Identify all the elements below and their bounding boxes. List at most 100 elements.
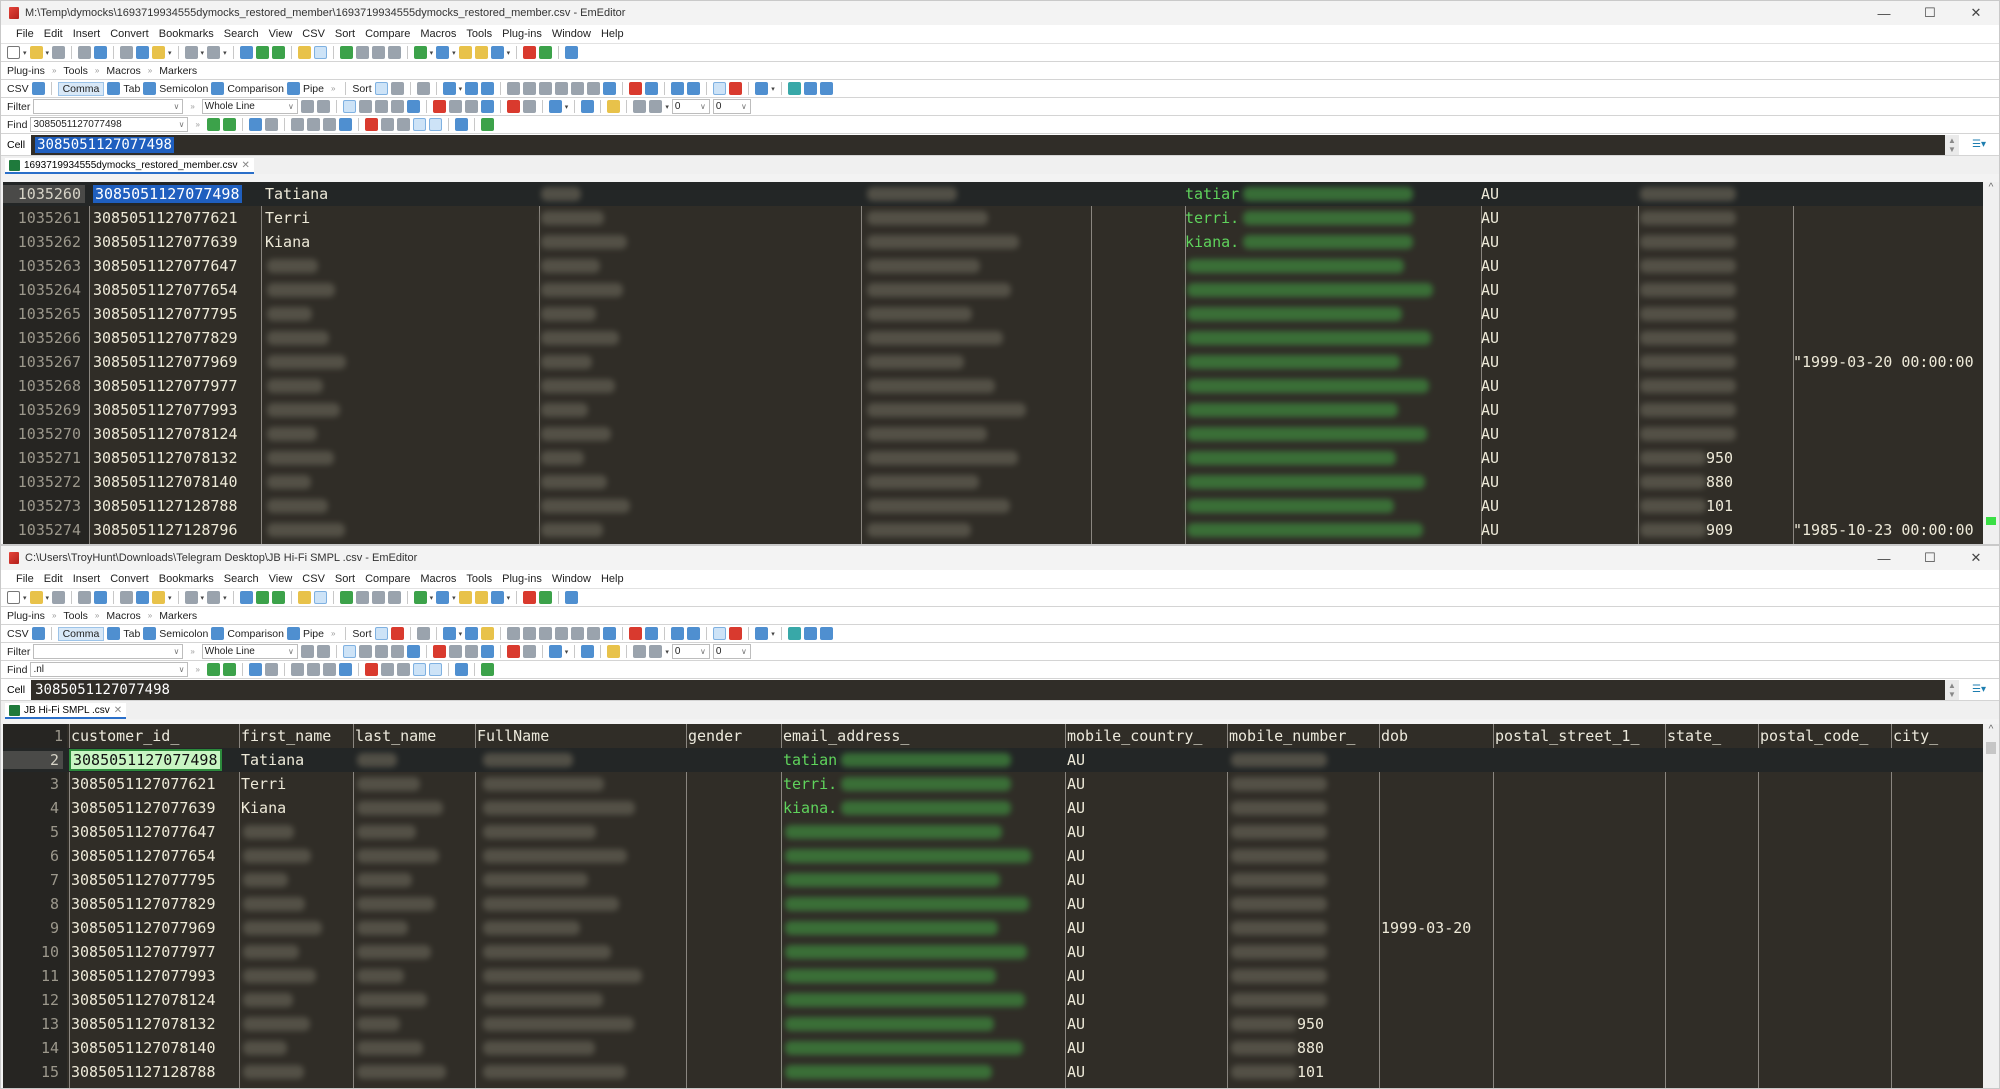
clear-format-icon[interactable] [480,645,494,658]
table-row[interactable]: 1035272 3085051127078140 AU 880 [3,470,1983,494]
paste-dropdown-icon[interactable]: ▾ [168,49,172,57]
mobile-number-tail[interactable]: 101 [1297,1063,1324,1081]
customer-id-cell[interactable]: 3085051127128796 [93,521,238,539]
mobile-country-cell[interactable]: AU [1067,823,1085,841]
find-in-files-icon[interactable] [297,46,311,59]
paste-icon[interactable] [152,46,166,59]
columns-dropdown-icon[interactable]: ▾ [459,85,463,93]
after-lines-select[interactable]: 0 ∨ [712,99,751,114]
paste-icon[interactable] [152,591,166,604]
table-row[interactable]: 1035269 3085051127077993 AU [3,398,1983,422]
mobile-country-cell[interactable]: AU [1481,209,1499,227]
open-dropdown-icon[interactable]: ▾ [46,594,50,602]
new-dropdown-icon[interactable]: ▾ [23,594,27,602]
customer-id-cell[interactable]: 3085051127078124 [71,991,216,1009]
insert-column-icon[interactable] [465,82,479,95]
redo-icon[interactable] [207,46,221,59]
customer-id-cell[interactable]: 3085051127077993 [71,967,216,985]
ruler-icon[interactable] [729,82,743,95]
print-preview-icon[interactable] [94,46,108,59]
menu-edit[interactable]: Edit [41,28,70,40]
column-header[interactable]: postal_street_1_ [1495,727,1640,745]
table-row[interactable]: 8 3085051127077829 AU [3,892,1983,916]
column-header[interactable]: email_address_ [783,727,909,745]
match-case-icon[interactable] [364,118,378,131]
newline-icon[interactable] [374,100,388,113]
clear-format-icon[interactable] [480,100,494,113]
menu-insert[interactable]: Insert [70,573,108,585]
whole-word-icon[interactable] [380,663,394,676]
regex-icon[interactable] [358,645,372,658]
mobile-country-cell[interactable]: AU [1067,991,1085,1009]
table-row[interactable]: 6 3085051127077654 AU [3,844,1983,868]
refresh-icon[interactable] [300,645,314,658]
mobile-number-tail[interactable]: 880 [1297,1039,1324,1057]
csv-grid[interactable]: 1035260 3085051127077498 Tatiana tatiar AU 10… [3,182,1983,544]
close-button[interactable]: ✕ [1953,1,1999,25]
go-arrow-icon[interactable] [480,663,494,676]
mobile-country-cell[interactable]: AU [1481,353,1499,371]
heading-dropdown-icon[interactable]: ▾ [771,85,775,93]
customer-id-cell[interactable]: 3085051127077795 [93,305,238,323]
column-header[interactable]: FullName [477,727,549,745]
table-row[interactable]: 1035271 3085051127078132 AU 950 [3,446,1983,470]
customer-id-cell[interactable]: 3085051127077498 [69,749,222,771]
sort-dialog-icon[interactable] [603,82,617,95]
extract-dropdown-icon[interactable]: ▾ [665,103,669,111]
mobile-country-cell[interactable]: AU [1481,233,1499,251]
mobile-country-cell[interactable]: AU [1481,401,1499,419]
after-lines-select[interactable]: 0 ∨ [712,644,751,659]
minus-icon[interactable] [464,100,478,113]
chevron-down-icon[interactable]: ∨ [700,102,709,111]
markers-toolbar[interactable]: Markers [159,610,197,622]
macro-dropdown-icon[interactable]: ▾ [507,49,511,57]
sort-num-desc-icon[interactable] [555,82,569,95]
minus-icon[interactable] [464,645,478,658]
open-folder-icon[interactable] [29,591,43,604]
filter-search-icon[interactable] [342,100,356,113]
email-cell[interactable]: terri. [783,775,837,793]
plugins-toolbar[interactable]: Plug-ins [7,65,45,77]
clear-filter-icon[interactable] [316,100,330,113]
open-dropdown-icon[interactable]: ▾ [46,49,50,57]
chevron-down-icon[interactable]: ∨ [173,647,182,656]
unfreeze-icon[interactable] [819,82,833,95]
column-icon[interactable] [355,46,369,59]
csv-mode-comma[interactable]: Comma [57,81,105,96]
table-row[interactable]: 10 3085051127077977 AU [3,940,1983,964]
regex-icon[interactable] [290,118,304,131]
customer-id-cell[interactable]: 3085051127077647 [71,823,216,841]
stop-macro-icon[interactable] [523,591,537,604]
menu-bookmarks[interactable]: Bookmarks [156,28,221,40]
customer-id-cell[interactable]: 3085051127128788 [71,1063,216,1081]
spin-down-icon[interactable]: ▼ [1948,690,1956,699]
mobile-country-cell[interactable]: AU [1481,497,1499,515]
save-icon[interactable] [52,591,66,604]
match-case-icon[interactable] [432,100,446,113]
adjust-columns-icon[interactable] [787,627,801,640]
column-header[interactable]: postal_code_ [1760,727,1868,745]
find-dialog-icon[interactable] [454,663,468,676]
menu-view[interactable]: View [266,573,300,585]
chevron-down-icon[interactable]: ∨ [288,102,297,111]
column-header[interactable]: first_name [241,727,331,745]
document-tab[interactable]: JB Hi-Fi SMPL .csv ✕ [5,703,127,719]
find-in-page-icon[interactable] [264,663,278,676]
menu-window[interactable]: Window [549,28,598,40]
spin-up-icon[interactable]: ▲ [1948,681,1956,690]
split-view-icon[interactable] [671,82,685,95]
redo-dropdown-icon[interactable]: ▾ [223,594,227,602]
sort-len-desc-icon[interactable] [587,82,601,95]
close-tab-icon[interactable]: ✕ [114,705,122,716]
email-cell[interactable]: kiana. [783,799,837,817]
csv-view-icon[interactable] [339,591,353,604]
sort-clear-icon[interactable] [390,82,404,95]
sort-asc-icon[interactable] [507,627,521,640]
sort-desc-icon[interactable] [523,627,537,640]
columns-dropdown-icon[interactable]: ▾ [459,630,463,638]
customer-id-cell[interactable]: 3085051127077977 [93,377,238,395]
macro-icon[interactable] [490,46,504,59]
overflow-icon[interactable]: » [331,629,335,638]
config-icon[interactable] [436,591,450,604]
scrollbar-thumb[interactable] [1986,517,1996,525]
